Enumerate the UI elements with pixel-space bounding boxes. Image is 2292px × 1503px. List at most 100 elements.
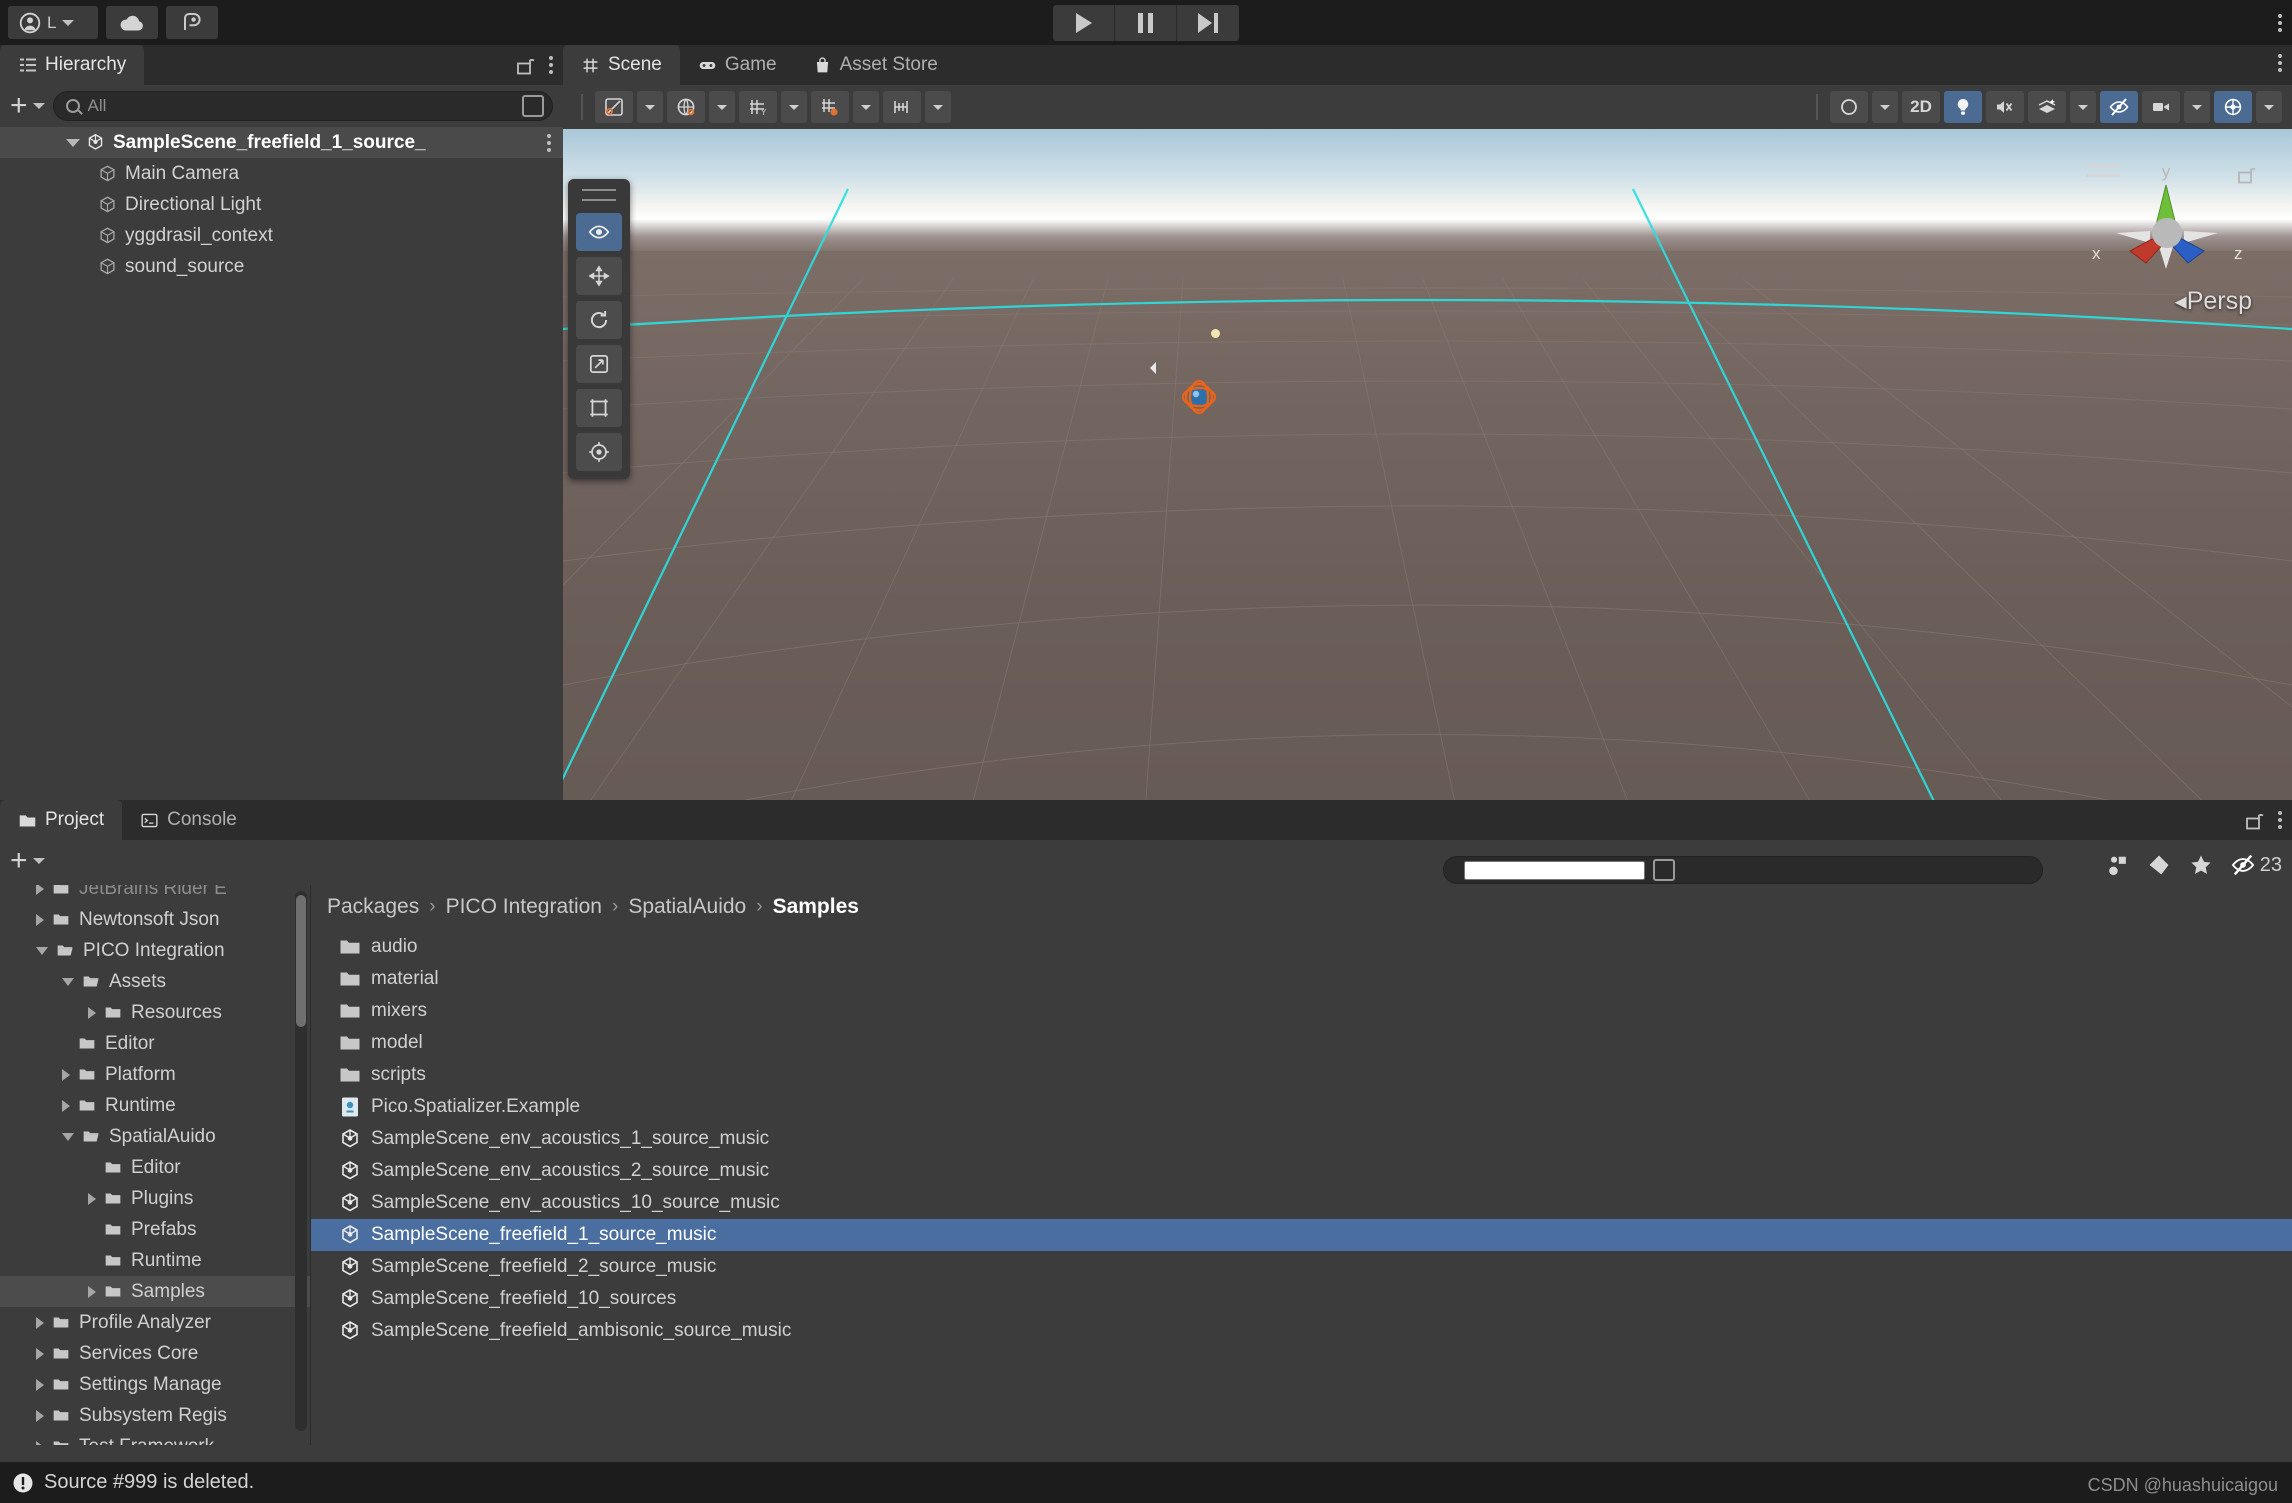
- kebab-menu-icon[interactable]: [2278, 13, 2282, 32]
- lock-open-icon[interactable]: [2244, 809, 2264, 831]
- chevron-right-icon[interactable]: [36, 1378, 44, 1391]
- cloud-button[interactable]: [106, 6, 158, 39]
- scene-2d-3d-globe-dropdown[interactable]: [709, 91, 735, 123]
- asset-row[interactable]: mixers: [311, 995, 2292, 1027]
- grid-visibility-dropdown[interactable]: [853, 91, 879, 123]
- hierarchy-scene-root[interactable]: SampleScene_freefield_1_source_: [0, 127, 563, 158]
- chevron-right-icon[interactable]: [88, 1192, 96, 1205]
- asset-row[interactable]: SampleScene_env_acoustics_10_source_musi…: [311, 1187, 2292, 1219]
- asset-row[interactable]: SampleScene_freefield_ambisonic_source_m…: [311, 1315, 2292, 1347]
- tree-item[interactable]: Resources: [0, 997, 310, 1028]
- tree-item[interactable]: Platform: [0, 1059, 310, 1090]
- draw-mode-shaded-dropdown[interactable]: [637, 91, 663, 123]
- chevron-right-icon[interactable]: [36, 1409, 44, 1422]
- tree-item[interactable]: Assets: [0, 966, 310, 997]
- tree-item[interactable]: Samples: [0, 1276, 310, 1307]
- tree-item[interactable]: PICO Integration: [0, 935, 310, 966]
- tree-item[interactable]: Editor: [0, 1028, 310, 1059]
- breadcrumb-item[interactable]: PICO Integration: [446, 895, 602, 919]
- tree-item[interactable]: Prefabs: [0, 1214, 310, 1245]
- account-button[interactable]: L: [8, 6, 98, 39]
- kebab-menu-icon[interactable]: [2278, 54, 2282, 72]
- tree-item[interactable]: Services Core: [0, 1338, 310, 1369]
- overlay-drag-handle-2[interactable]: [582, 199, 616, 201]
- tree-item[interactable]: Editor: [0, 1152, 310, 1183]
- scene-camera-mode[interactable]: [1830, 91, 1868, 123]
- toggle-audio[interactable]: [1986, 91, 2024, 123]
- asset-row[interactable]: material: [311, 963, 2292, 995]
- breadcrumb-item[interactable]: Samples: [773, 895, 859, 919]
- play-button[interactable]: [1053, 4, 1115, 41]
- scale-tool[interactable]: [576, 345, 622, 383]
- gizmos-toggle-dropdown[interactable]: [2256, 91, 2282, 123]
- rect-tool[interactable]: [576, 389, 622, 427]
- breadcrumb-item[interactable]: Packages: [327, 895, 419, 919]
- tree-item[interactable]: Runtime: [0, 1245, 310, 1276]
- favorites[interactable]: [2188, 852, 2214, 878]
- chevron-right-icon[interactable]: [62, 1099, 70, 1112]
- chevron-right-icon[interactable]: [36, 1347, 44, 1360]
- asset-row[interactable]: SampleScene_env_acoustics_2_source_music: [311, 1155, 2292, 1187]
- grid-snapping[interactable]: Y: [739, 91, 777, 123]
- create-asset-button[interactable]: +: [10, 846, 45, 876]
- move-tool[interactable]: [576, 257, 622, 295]
- tab-hierarchy[interactable]: Hierarchy: [0, 45, 145, 85]
- tree-item[interactable]: Runtime: [0, 1090, 310, 1121]
- scene-camera-settings-dropdown[interactable]: [2184, 91, 2210, 123]
- chevron-right-icon[interactable]: [88, 1285, 96, 1298]
- filter-by-type[interactable]: [2104, 852, 2130, 878]
- rotate-tool[interactable]: [576, 301, 622, 339]
- project-tree-scrollbar[interactable]: [295, 891, 307, 1431]
- tree-item[interactable]: Test Framework: [0, 1431, 310, 1445]
- project-search-box[interactable]: [1443, 856, 2043, 884]
- status-bar[interactable]: Source #999 is deleted. CSDN @huashuicai…: [0, 1462, 2292, 1503]
- filter-by-label[interactable]: [2146, 852, 2172, 878]
- hidden-packages-count[interactable]: 23: [2230, 852, 2282, 878]
- chevron-down-icon[interactable]: [62, 977, 74, 986]
- hierarchy-item[interactable]: yggdrasil_context: [0, 220, 563, 251]
- tree-item[interactable]: Newtonsoft Json: [0, 904, 310, 935]
- chevron-right-icon[interactable]: [36, 1440, 44, 1445]
- tab-project[interactable]: Project: [0, 800, 123, 840]
- chevron-right-icon[interactable]: [36, 885, 44, 895]
- pico-button[interactable]: [166, 6, 218, 39]
- chevron-down-icon[interactable]: [62, 1132, 74, 1141]
- overlay-drag-handle[interactable]: [582, 189, 616, 191]
- kebab-menu-icon[interactable]: [2278, 811, 2282, 829]
- chevron-down-icon[interactable]: [66, 138, 80, 147]
- object-picker-icon[interactable]: [1653, 859, 1675, 881]
- tab-console[interactable]: Console: [122, 800, 255, 840]
- scene-camera-mode-dropdown[interactable]: [1872, 91, 1898, 123]
- tree-item[interactable]: Subsystem Regis: [0, 1400, 310, 1431]
- kebab-menu-icon[interactable]: [549, 56, 553, 74]
- breadcrumb-item[interactable]: SpatialAuido: [628, 895, 746, 919]
- toggle-effects[interactable]: [2028, 91, 2066, 123]
- chevron-right-icon[interactable]: [88, 1006, 96, 1019]
- chevron-right-icon[interactable]: [36, 1316, 44, 1329]
- scene-orientation-gizmo[interactable]: y x z ◂Persp: [2072, 139, 2262, 329]
- hierarchy-item[interactable]: sound_source: [0, 251, 563, 282]
- snap-increment[interactable]: [883, 91, 921, 123]
- asset-row[interactable]: SampleScene_freefield_1_source_music: [311, 1219, 2292, 1251]
- pause-button[interactable]: [1115, 4, 1177, 41]
- tab-game[interactable]: Game: [680, 45, 795, 85]
- asset-row[interactable]: scripts: [311, 1059, 2292, 1091]
- snap-increment-dropdown[interactable]: [925, 91, 951, 123]
- chevron-down-icon[interactable]: [36, 946, 48, 955]
- lock-open-icon[interactable]: [515, 54, 535, 76]
- gizmos-toggle[interactable]: [2214, 91, 2252, 123]
- tree-item[interactable]: JetBrains Rider E: [0, 885, 310, 904]
- toggle-hidden-objects[interactable]: [2100, 91, 2138, 123]
- hierarchy-item[interactable]: Main Camera: [0, 158, 563, 189]
- add-gameobject-button[interactable]: +: [10, 91, 45, 121]
- tree-item[interactable]: SpatialAuido: [0, 1121, 310, 1152]
- perspective-label[interactable]: ◂Persp: [2175, 287, 2252, 316]
- asset-row[interactable]: Pico.Spatializer.Example: [311, 1091, 2292, 1123]
- hierarchy-search-input[interactable]: [87, 96, 514, 116]
- draw-mode-shaded[interactable]: [595, 91, 633, 123]
- tree-item[interactable]: Settings Manage: [0, 1369, 310, 1400]
- chevron-down-icon[interactable]: [62, 19, 75, 26]
- tab-asset-store[interactable]: Asset Store: [795, 45, 956, 85]
- view-tool[interactable]: [576, 213, 622, 251]
- scene-2d-3d-globe[interactable]: [667, 91, 705, 123]
